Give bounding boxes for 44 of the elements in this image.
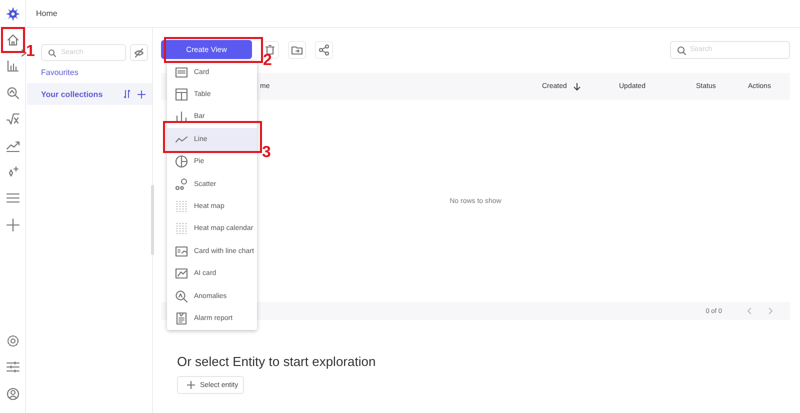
card-chart-icon (175, 244, 188, 258)
pie-chart-icon (175, 155, 188, 168)
step-number: 1 (26, 44, 35, 60)
search-icon (677, 46, 686, 54)
eye-off-icon (134, 48, 144, 58)
collection-item[interactable]: Favourites (27, 61, 152, 83)
expand-chevron-icon[interactable] (21, 48, 27, 56)
menu-icon[interactable] (6, 191, 20, 206)
table-icon (175, 88, 188, 102)
step-number: 3 (262, 145, 271, 161)
search-icon (48, 48, 56, 56)
page-title: Home (36, 9, 58, 18)
report-icon (175, 312, 188, 325)
magnifier-icon[interactable] (6, 86, 20, 100)
hide-button[interactable] (130, 44, 148, 61)
card-chart-icon (175, 267, 188, 280)
card-icon (175, 66, 188, 79)
trend-icon[interactable] (6, 138, 20, 153)
sort-icon[interactable] (123, 89, 131, 99)
scatter-icon (175, 178, 188, 191)
folder-button[interactable] (288, 40, 306, 58)
explore-heading: Or select Entity to start exploration (177, 354, 377, 369)
plus-icon (187, 381, 195, 389)
dot-grid-icon (175, 200, 188, 214)
sliders-icon[interactable] (6, 360, 20, 374)
bar-chart-icon[interactable] (6, 59, 20, 74)
home-icon[interactable] (6, 33, 20, 47)
share-button[interactable] (315, 40, 333, 58)
scrollbar[interactable] (151, 185, 154, 255)
trash-icon (264, 44, 276, 56)
magnifier-icon (175, 290, 188, 303)
dot-grid-icon (175, 222, 188, 236)
step-number: 2 (263, 53, 272, 69)
settings-icon[interactable] (6, 334, 20, 348)
bar-chart-icon (175, 110, 188, 124)
logo-icon (6, 7, 20, 21)
collection-item[interactable]: Your collections (27, 83, 152, 105)
user-icon[interactable] (6, 386, 20, 401)
share-icon (318, 44, 330, 56)
highlight-frame (1, 27, 25, 53)
square-root-icon[interactable] (6, 112, 20, 126)
plus-icon[interactable] (137, 90, 146, 98)
plus-icon[interactable] (6, 218, 20, 232)
folder-icon (291, 44, 303, 56)
